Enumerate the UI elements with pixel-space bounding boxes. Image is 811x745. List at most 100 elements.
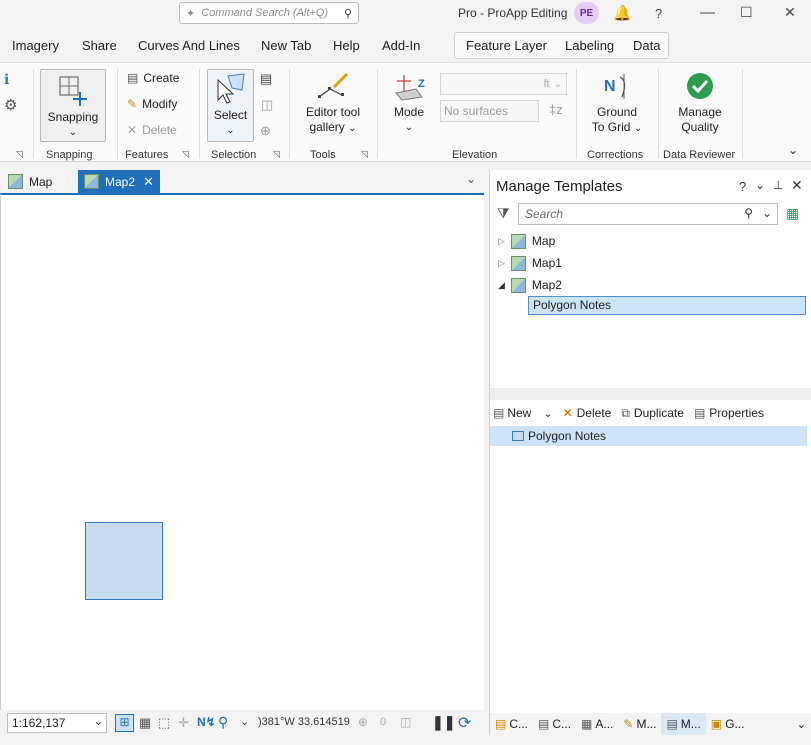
refresh-icon[interactable]: ⟳ bbox=[458, 713, 471, 733]
gear-icon[interactable]: ⚙ bbox=[4, 96, 17, 114]
elevation-value-input[interactable]: ft ⌄ bbox=[440, 73, 567, 95]
svg-text:N: N bbox=[604, 78, 616, 95]
notification-bell-icon[interactable]: 🔔 bbox=[613, 4, 632, 22]
clear-selection-icon[interactable]: ◫ bbox=[261, 97, 273, 113]
new-template-button[interactable]: ▤ New ⌄ bbox=[493, 406, 553, 420]
pane-splitter[interactable] bbox=[490, 388, 811, 400]
create-label: Create bbox=[143, 71, 180, 85]
minimize-icon[interactable]: — bbox=[700, 4, 715, 21]
maximize-icon[interactable]: ☐ bbox=[740, 4, 753, 21]
modify-button[interactable]: ✎ Modify bbox=[127, 97, 177, 111]
ground-to-grid-icon: N bbox=[604, 74, 626, 99]
tab-catalog[interactable]: ▤ C... bbox=[490, 713, 533, 735]
refresh-selection-icon[interactable]: ◫ bbox=[400, 715, 411, 729]
tab-attributes[interactable]: ▦ A... bbox=[576, 713, 618, 735]
dialog-launcher-icon[interactable]: ◹ bbox=[16, 149, 23, 160]
delete-button[interactable]: ✕ Delete bbox=[127, 123, 177, 137]
filter-icon[interactable]: ⧩ bbox=[497, 205, 510, 222]
tab-manage-templates[interactable]: ▤ M... bbox=[661, 713, 706, 735]
surface-dropdown[interactable]: No surfaces bbox=[440, 100, 539, 122]
avatar[interactable]: PE bbox=[574, 2, 599, 24]
duplicate-template-button[interactable]: ⧉ Duplicate bbox=[621, 406, 684, 421]
tree-item-map[interactable]: ▷ Map bbox=[498, 231, 555, 251]
chevron-down-icon[interactable]: ⌄ bbox=[797, 718, 806, 731]
tab-map[interactable]: Map bbox=[2, 170, 58, 193]
dialog-launcher-icon[interactable]: ◹ bbox=[182, 149, 189, 160]
close-icon[interactable]: ✕ bbox=[784, 4, 796, 21]
expand-icon[interactable]: ▷ bbox=[498, 236, 505, 247]
editor-tool-gallery-button[interactable]: Editor tool gallery ⌄ bbox=[300, 71, 366, 136]
selected-features-icon[interactable]: ⊕ bbox=[358, 715, 368, 729]
tree-item-polygon-notes[interactable]: Polygon Notes bbox=[528, 296, 806, 315]
elevation-mode-button[interactable]: Z Mode ⌄ bbox=[388, 71, 430, 135]
chevron-down-icon: ⌄ bbox=[226, 125, 235, 136]
manage-label: Manage bbox=[678, 105, 722, 119]
elevation-z-icon[interactable]: ‡z bbox=[549, 102, 563, 117]
snapping-toggle-icon[interactable]: ⊞ bbox=[115, 714, 134, 732]
modify-label: Modify bbox=[142, 97, 178, 111]
options-grid-icon[interactable]: ▦ bbox=[786, 205, 799, 222]
scale-dropdown[interactable]: 1:162,137 ⌄ bbox=[7, 713, 107, 733]
attributes-icon[interactable]: ▤ bbox=[260, 71, 272, 87]
properties-button[interactable]: ▤ Properties bbox=[694, 406, 764, 420]
tab-labeling[interactable]: Labeling bbox=[565, 38, 614, 53]
collapse-ribbon-icon[interactable]: ⌄ bbox=[788, 143, 798, 157]
chevron-down-icon: ⌄ bbox=[93, 716, 103, 728]
map-icon bbox=[510, 255, 526, 271]
zoom-to-selection-icon[interactable]: ⊕ bbox=[260, 123, 271, 139]
tab-label: M... bbox=[680, 717, 701, 731]
ribbon: ℹ ⚙ ◹ Snapping ⌄ Snapping ▤ Create ✎ Mod… bbox=[0, 62, 811, 162]
dialog-launcher-icon[interactable]: ◹ bbox=[361, 149, 368, 160]
snapping-button[interactable]: Snapping ⌄ bbox=[40, 69, 106, 142]
north-arrow-icon[interactable]: N↯ bbox=[197, 715, 216, 729]
info-icon[interactable]: ℹ bbox=[4, 71, 9, 88]
tab-data[interactable]: Data bbox=[633, 38, 660, 53]
template-list-item[interactable]: Polygon Notes bbox=[490, 426, 807, 446]
pin-icon[interactable]: ⊥ bbox=[773, 178, 783, 192]
collapse-icon[interactable]: ◢ bbox=[498, 280, 505, 291]
tab-contents[interactable]: ▤ C... bbox=[533, 713, 576, 735]
tab-map2[interactable]: Map2 ✕ bbox=[78, 170, 160, 193]
chevron-down-icon[interactable]: ⌄ bbox=[755, 178, 765, 192]
map-canvas[interactable] bbox=[0, 193, 484, 710]
dialog-launcher-icon[interactable]: ◹ bbox=[273, 149, 280, 160]
delete-template-button[interactable]: ✕ Delete bbox=[563, 406, 612, 420]
crosshair-icon[interactable]: ✛ bbox=[178, 715, 189, 731]
fixed-zoom-icon[interactable]: ⬚ bbox=[158, 715, 170, 731]
search-placeholder: Search bbox=[525, 207, 564, 221]
chevron-down-icon[interactable]: ⌄ bbox=[240, 715, 249, 728]
tab-geoprocessing[interactable]: ▣ G... bbox=[706, 713, 750, 735]
create-button[interactable]: ▤ Create bbox=[127, 71, 179, 85]
pause-drawing-icon[interactable]: ❚❚ bbox=[432, 714, 455, 731]
tab-curves-and-lines[interactable]: Curves And Lines bbox=[138, 38, 240, 53]
tab-new-tab[interactable]: New Tab bbox=[261, 38, 311, 53]
table-icon: ▦ bbox=[581, 717, 593, 731]
tab-feature-layer[interactable]: Feature Layer bbox=[466, 38, 547, 53]
command-search[interactable]: ✦ Command Search (Alt+Q) ⚲ bbox=[179, 2, 359, 24]
tab-label: C... bbox=[552, 717, 572, 731]
tab-help[interactable]: Help bbox=[333, 38, 360, 53]
tab-modify[interactable]: ✎ M... bbox=[618, 713, 661, 735]
polygon-feature[interactable] bbox=[85, 522, 163, 600]
tree-item-map1[interactable]: ▷ Map1 bbox=[498, 253, 562, 273]
chevron-down-icon[interactable]: ⌄ bbox=[543, 407, 552, 420]
manage-quality-button[interactable]: Manage Quality bbox=[668, 71, 732, 135]
ground-to-grid-button[interactable]: N Ground To Grid ⌄ bbox=[586, 71, 648, 136]
tree-item-map2[interactable]: ◢ Map2 bbox=[498, 275, 562, 295]
close-tab-icon[interactable]: ✕ bbox=[143, 174, 154, 190]
select-button[interactable]: Select ⌄ bbox=[207, 69, 254, 142]
expand-icon[interactable]: ▷ bbox=[498, 258, 505, 269]
template-search-input[interactable]: Search ⚲ ⌄ bbox=[518, 203, 778, 225]
help-icon[interactable]: ? bbox=[655, 6, 662, 21]
navigator-icon[interactable]: ⚲ bbox=[218, 714, 228, 731]
grid-icon[interactable]: ▦ bbox=[139, 715, 151, 731]
toolbox-icon: ▣ bbox=[710, 717, 723, 731]
command-search-placeholder: Command Search (Alt+Q) bbox=[201, 7, 329, 19]
tab-add-in[interactable]: Add-In bbox=[382, 38, 420, 53]
tab-share[interactable]: Share bbox=[82, 38, 117, 53]
tab-list-chevron-icon[interactable]: ⌄ bbox=[466, 172, 476, 186]
close-pane-icon[interactable]: ✕ bbox=[791, 177, 803, 194]
help-icon[interactable]: ? bbox=[739, 179, 746, 194]
map-icon bbox=[84, 174, 99, 189]
tab-imagery[interactable]: Imagery bbox=[12, 38, 59, 53]
